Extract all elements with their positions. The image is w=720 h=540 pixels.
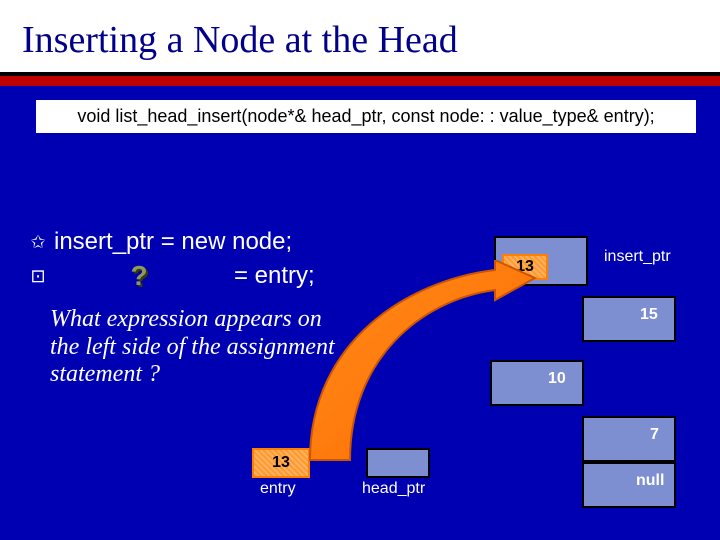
code-line-2-rest: = entry; [234, 262, 315, 290]
head-ptr-label: head_ptr [362, 480, 425, 498]
list-node-1 [490, 360, 584, 406]
question-text: What expression appears on the left side… [50, 306, 350, 389]
bullet-dot-icon: ⊡ [28, 266, 48, 287]
entry-label: entry [260, 480, 296, 498]
signature-text: void list_head_insert(node*& head_ptr, c… [77, 106, 654, 126]
code-lines: ✩ insert_ptr = new node; ⊡ ? = entry; [28, 228, 315, 296]
list-node-3-value: null [636, 472, 664, 490]
list-node-0 [582, 296, 676, 342]
insert-ptr-value: 13 [502, 254, 548, 280]
entry-value-box: 13 [252, 448, 310, 478]
code-line-1: ✩ insert_ptr = new node; [28, 228, 315, 256]
blank-question-mark: ? [54, 260, 224, 292]
code-line-1-text: insert_ptr = new node; [54, 228, 292, 256]
bullet-star-icon: ✩ [28, 232, 48, 253]
list-node-2-value: 7 [650, 426, 659, 444]
signature-box: void list_head_insert(node*& head_ptr, c… [36, 100, 696, 133]
list-node-1-value: 10 [548, 370, 566, 388]
head-ptr-box [366, 448, 430, 478]
blank-expression-box: ? [54, 262, 224, 290]
title-area: Inserting a Node at the Head [0, 0, 720, 72]
list-node-0-value: 15 [640, 306, 658, 324]
list-node-2 [582, 416, 676, 462]
divider-red [0, 76, 720, 86]
code-line-2: ⊡ ? = entry; [28, 262, 315, 290]
insert-ptr-label: insert_ptr [604, 248, 671, 266]
page-title: Inserting a Node at the Head [22, 18, 720, 62]
